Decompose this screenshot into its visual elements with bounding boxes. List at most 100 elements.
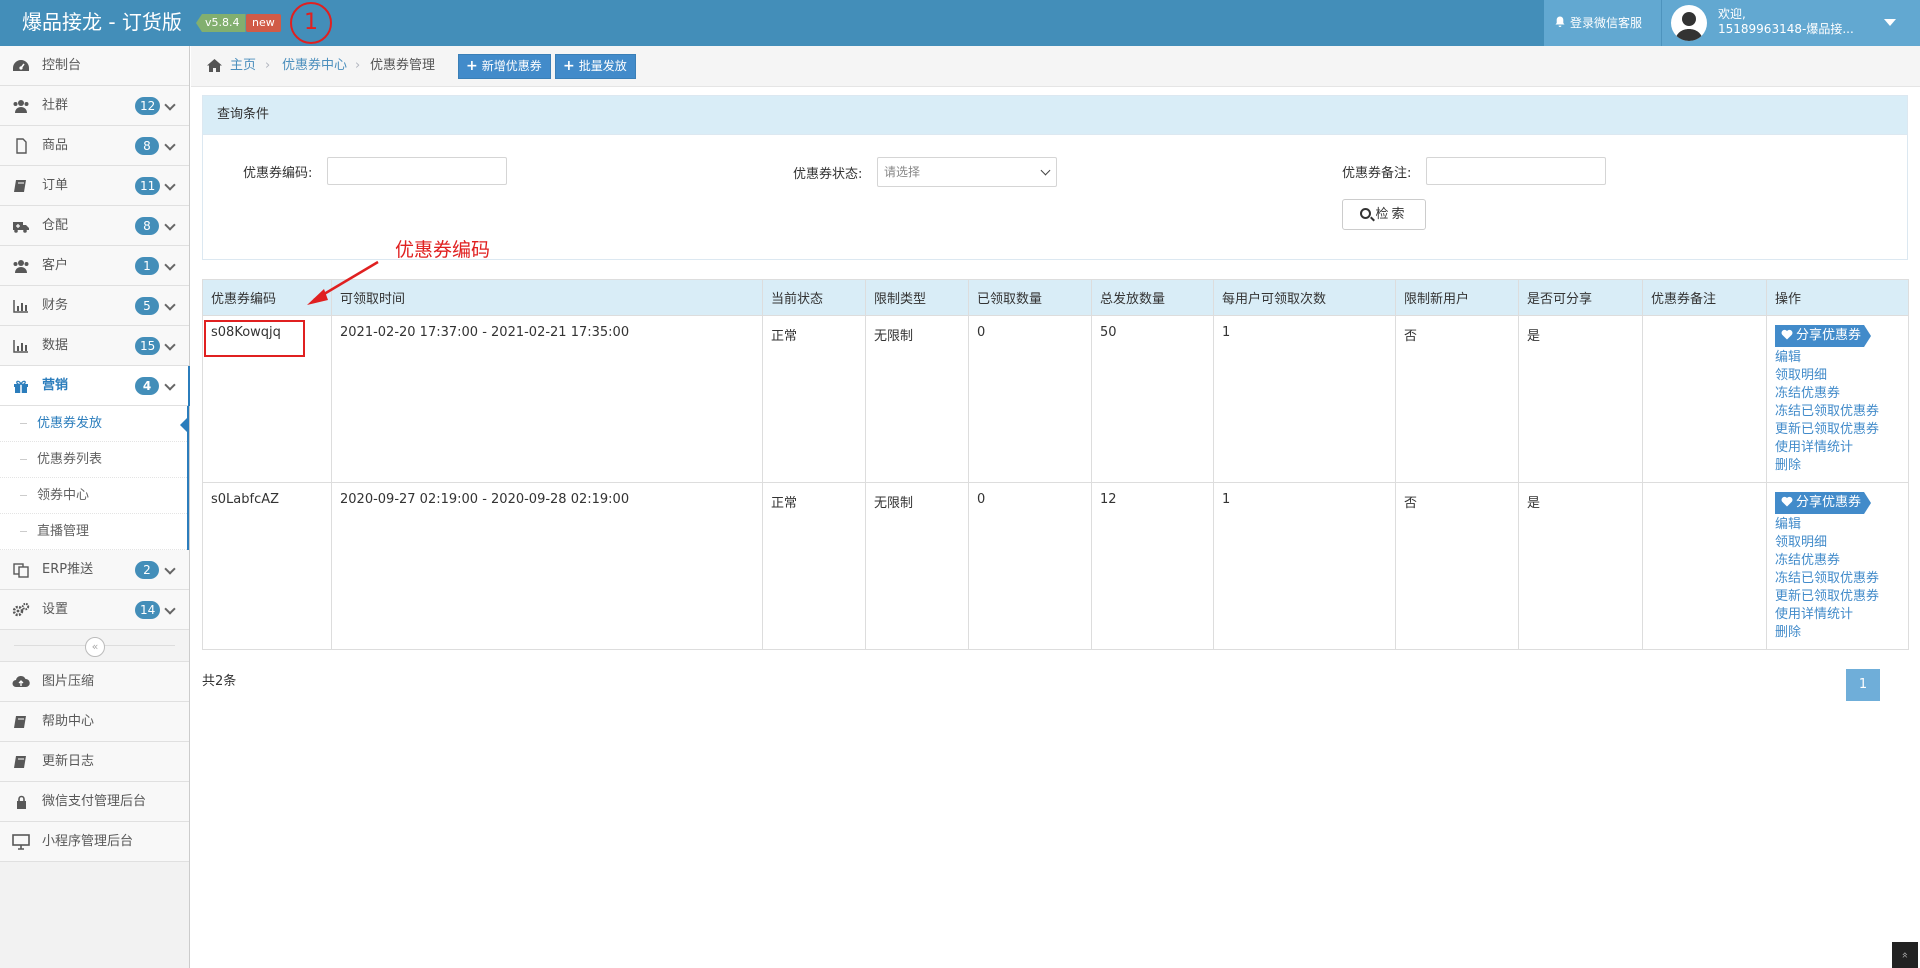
sidebar-item-orders[interactable]: 订单 11 — [0, 166, 189, 206]
add-coupon-label: 新增优惠券 — [481, 59, 542, 73]
sidebar-item-erp-push[interactable]: ERP推送 2 — [0, 550, 189, 590]
sidebar-item-label: 微信支付管理后台 — [42, 794, 147, 809]
coupon-remark-label: 优惠券备注: — [1342, 166, 1412, 181]
sidebar-item-label: 更新日志 — [42, 754, 95, 769]
breadcrumb: 主页 › 优惠券中心 › 优惠券管理 + 新增优惠券 + 批量发放 — [191, 46, 1920, 87]
chevron-down-icon — [164, 179, 176, 191]
chevron-down-icon — [164, 139, 176, 151]
user-name: 15189963148-爆品接... — [1718, 22, 1854, 36]
freeze-coupon-link[interactable]: 冻结优惠券 — [1775, 552, 1900, 570]
table-row: s08Kowqjq 2021-02-20 17:37:00 - 2021-02-… — [202, 315, 1909, 483]
count-badge: 5 — [135, 297, 159, 315]
users-icon — [13, 260, 29, 273]
plus-icon: + — [563, 58, 575, 74]
breadcrumb-home-link[interactable]: 主页 — [230, 46, 256, 86]
column-header: 限制类型 — [865, 279, 969, 316]
edit-link[interactable]: 编辑 — [1775, 349, 1900, 367]
sidebar-item-image-compress[interactable]: 图片压缩 — [0, 662, 189, 702]
sidebar-item-community[interactable]: 社群 12 — [0, 86, 189, 126]
heart-icon — [1781, 329, 1793, 340]
breadcrumb-current: 优惠券管理 — [370, 58, 436, 73]
sidebar-item-finance[interactable]: 财务 5 — [0, 286, 189, 326]
sidebar-item-warehouse[interactable]: 仓配 8 — [0, 206, 189, 246]
delete-link[interactable]: 删除 — [1775, 457, 1900, 475]
sidebar-item-label: 数据 — [42, 338, 69, 353]
table-row: s0LabfcAZ 2020-09-27 02:19:00 - 2020-09-… — [202, 482, 1909, 650]
brand-title[interactable]: 爆品接龙 - 订货版 — [22, 9, 182, 35]
user-menu[interactable]: 欢迎, 15189963148-爆品接... — [1661, 0, 1920, 46]
sidebar-item-label: 订单 — [42, 178, 69, 193]
double-chevron-left-icon[interactable]: « — [85, 637, 105, 657]
share-coupon-button[interactable]: 分享优惠券 — [1775, 325, 1871, 347]
cell-claim-time: 2020-09-27 02:19:00 - 2020-09-28 02:19:0… — [331, 482, 763, 650]
coupon-code-label: 优惠券编码: — [243, 166, 313, 181]
cell-total-count: 12 — [1091, 482, 1214, 650]
column-header: 已领取数量 — [968, 279, 1092, 316]
book-icon — [14, 716, 26, 728]
sidebar-item-label: 设置 — [42, 602, 69, 617]
sidebar-item-label: 控制台 — [42, 58, 82, 73]
update-claimed-link[interactable]: 更新已领取优惠券 — [1775, 588, 1900, 606]
share-coupon-button[interactable]: 分享优惠券 — [1775, 492, 1871, 514]
version-badge: v5.8.4 — [196, 14, 246, 32]
bar-chart-icon — [13, 300, 28, 313]
annotation-label: 优惠券编码 — [395, 239, 491, 261]
avatar — [1671, 5, 1707, 41]
search-button[interactable]: 检索 — [1342, 199, 1426, 230]
sidebar-item-data[interactable]: 数据 15 — [0, 326, 189, 366]
add-coupon-button[interactable]: + 新增优惠券 — [458, 54, 551, 79]
breadcrumb-coupon-center-link[interactable]: 优惠券中心 — [282, 46, 347, 86]
chevron-down-icon — [164, 219, 176, 231]
submenu-item-coupon-center[interactable]: 领券中心 — [0, 478, 187, 514]
freeze-claimed-link[interactable]: 冻结已领取优惠券 — [1775, 403, 1900, 421]
user-silhouette-icon — [1675, 12, 1703, 41]
sidebar-item-customers[interactable]: 客户 1 — [0, 246, 189, 286]
sidebar-item-help-center[interactable]: 帮助中心 — [0, 702, 189, 742]
claim-details-link[interactable]: 领取明细 — [1775, 367, 1900, 385]
pagination-page-1[interactable]: 1 — [1846, 669, 1880, 701]
freeze-claimed-link[interactable]: 冻结已领取优惠券 — [1775, 570, 1900, 588]
count-badge: 8 — [135, 137, 159, 155]
wechat-support-button[interactable]: 登录微信客服 — [1544, 0, 1661, 46]
annotation-circle: 1 — [290, 2, 332, 44]
edit-link[interactable]: 编辑 — [1775, 516, 1900, 534]
cell-limit-type: 无限制 — [865, 482, 969, 650]
sidebar-item-settings[interactable]: 设置 14 — [0, 590, 189, 630]
coupon-remark-input[interactable] — [1426, 157, 1606, 185]
column-header: 当前状态 — [762, 279, 866, 316]
bar-chart-icon — [13, 340, 28, 353]
submenu-item-coupon-issue[interactable]: 优惠券发放 — [0, 406, 189, 442]
batch-issue-button[interactable]: + 批量发放 — [555, 54, 636, 79]
freeze-coupon-link[interactable]: 冻结优惠券 — [1775, 385, 1900, 403]
sidebar-item-changelog[interactable]: 更新日志 — [0, 742, 189, 782]
delete-link[interactable]: 删除 — [1775, 624, 1900, 642]
claim-details-link[interactable]: 领取明细 — [1775, 534, 1900, 552]
sidebar-item-label: 帮助中心 — [42, 714, 95, 729]
scroll-to-top-button[interactable]: » — [1892, 942, 1918, 968]
submenu-item-coupon-list[interactable]: 优惠券列表 — [0, 442, 187, 478]
sidebar-item-marketing[interactable]: 营销 4 — [0, 366, 190, 406]
sidebar-item-wechat-pay-admin[interactable]: 微信支付管理后台 — [0, 782, 189, 822]
coupon-code-input[interactable] — [327, 157, 507, 185]
usage-stats-link[interactable]: 使用详情统计 — [1775, 606, 1900, 624]
chevron-down-icon — [164, 339, 176, 351]
cloud-upload-icon — [12, 675, 30, 687]
plus-icon: + — [466, 58, 478, 74]
update-claimed-link[interactable]: 更新已领取优惠券 — [1775, 421, 1900, 439]
submenu-item-live-management[interactable]: 直播管理 — [0, 514, 187, 550]
coupon-status-select[interactable]: 请选择 — [877, 157, 1057, 187]
column-header: 是否可分享 — [1518, 279, 1643, 316]
usage-stats-link[interactable]: 使用详情统计 — [1775, 439, 1900, 457]
bell-icon — [1555, 16, 1565, 27]
sidebar-item-dashboard[interactable]: 控制台 — [0, 46, 189, 86]
caret-down-icon[interactable] — [1884, 19, 1896, 26]
query-panel-title: 查询条件 — [203, 96, 1907, 135]
support-label: 登录微信客服 — [1570, 16, 1643, 30]
sidebar-item-label: 小程序管理后台 — [42, 834, 134, 849]
sidebar-item-miniprogram-admin[interactable]: 小程序管理后台 — [0, 822, 189, 862]
coupon-status-label: 优惠券状态: — [793, 167, 863, 182]
sidebar-item-products[interactable]: 商品 8 — [0, 126, 189, 166]
welcome-text: 欢迎, — [1718, 7, 1746, 21]
cell-remark — [1642, 315, 1767, 483]
home-icon[interactable] — [206, 58, 223, 73]
